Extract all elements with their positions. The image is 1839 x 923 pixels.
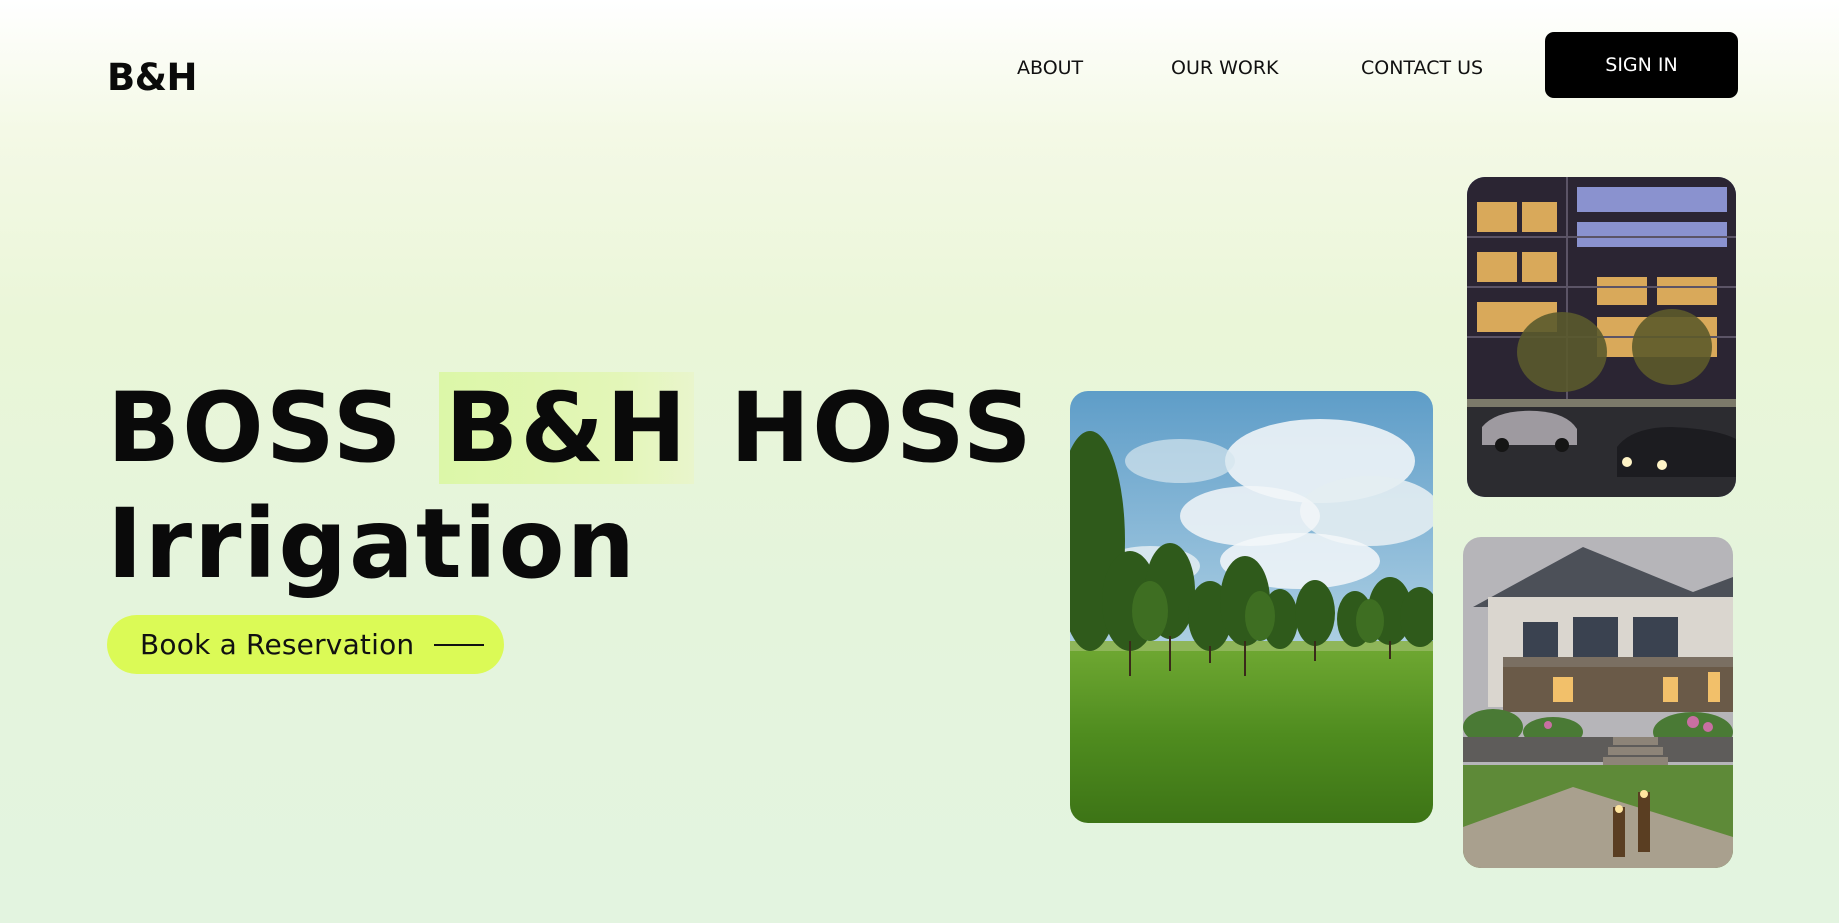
hero-title-line-2: Irrigation bbox=[107, 488, 637, 600]
hero-title-line-1: BOSS B&H HOSS bbox=[107, 370, 1034, 486]
nav-link-our-work[interactable]: OUR WORK bbox=[1171, 55, 1279, 81]
book-reservation-label: Book a Reservation bbox=[140, 628, 415, 661]
hero-title-word-hoss: HOSS bbox=[729, 372, 1034, 484]
hero-title: BOSS B&H HOSS Irrigation bbox=[107, 370, 1034, 602]
hero-title-highlight: B&H bbox=[439, 372, 695, 484]
apartment-building-night-photo bbox=[1467, 177, 1736, 497]
arrow-line-icon bbox=[434, 643, 485, 646]
nav-link-about[interactable]: ABOUT bbox=[1017, 55, 1083, 81]
lawn-with-trees-photo bbox=[1070, 391, 1433, 823]
landing-page: B&H ABOUT OUR WORK CONTACT US SIGN IN BO… bbox=[0, 0, 1839, 923]
hero-title-word-boss: BOSS bbox=[107, 372, 404, 484]
nav-link-contact-us[interactable]: CONTACT US bbox=[1361, 55, 1483, 81]
house-backyard-evening-photo bbox=[1463, 537, 1733, 868]
site-logo[interactable]: B&H bbox=[107, 56, 197, 100]
book-reservation-button[interactable]: Book a Reservation bbox=[107, 615, 504, 674]
sign-in-button[interactable]: SIGN IN bbox=[1545, 32, 1738, 98]
